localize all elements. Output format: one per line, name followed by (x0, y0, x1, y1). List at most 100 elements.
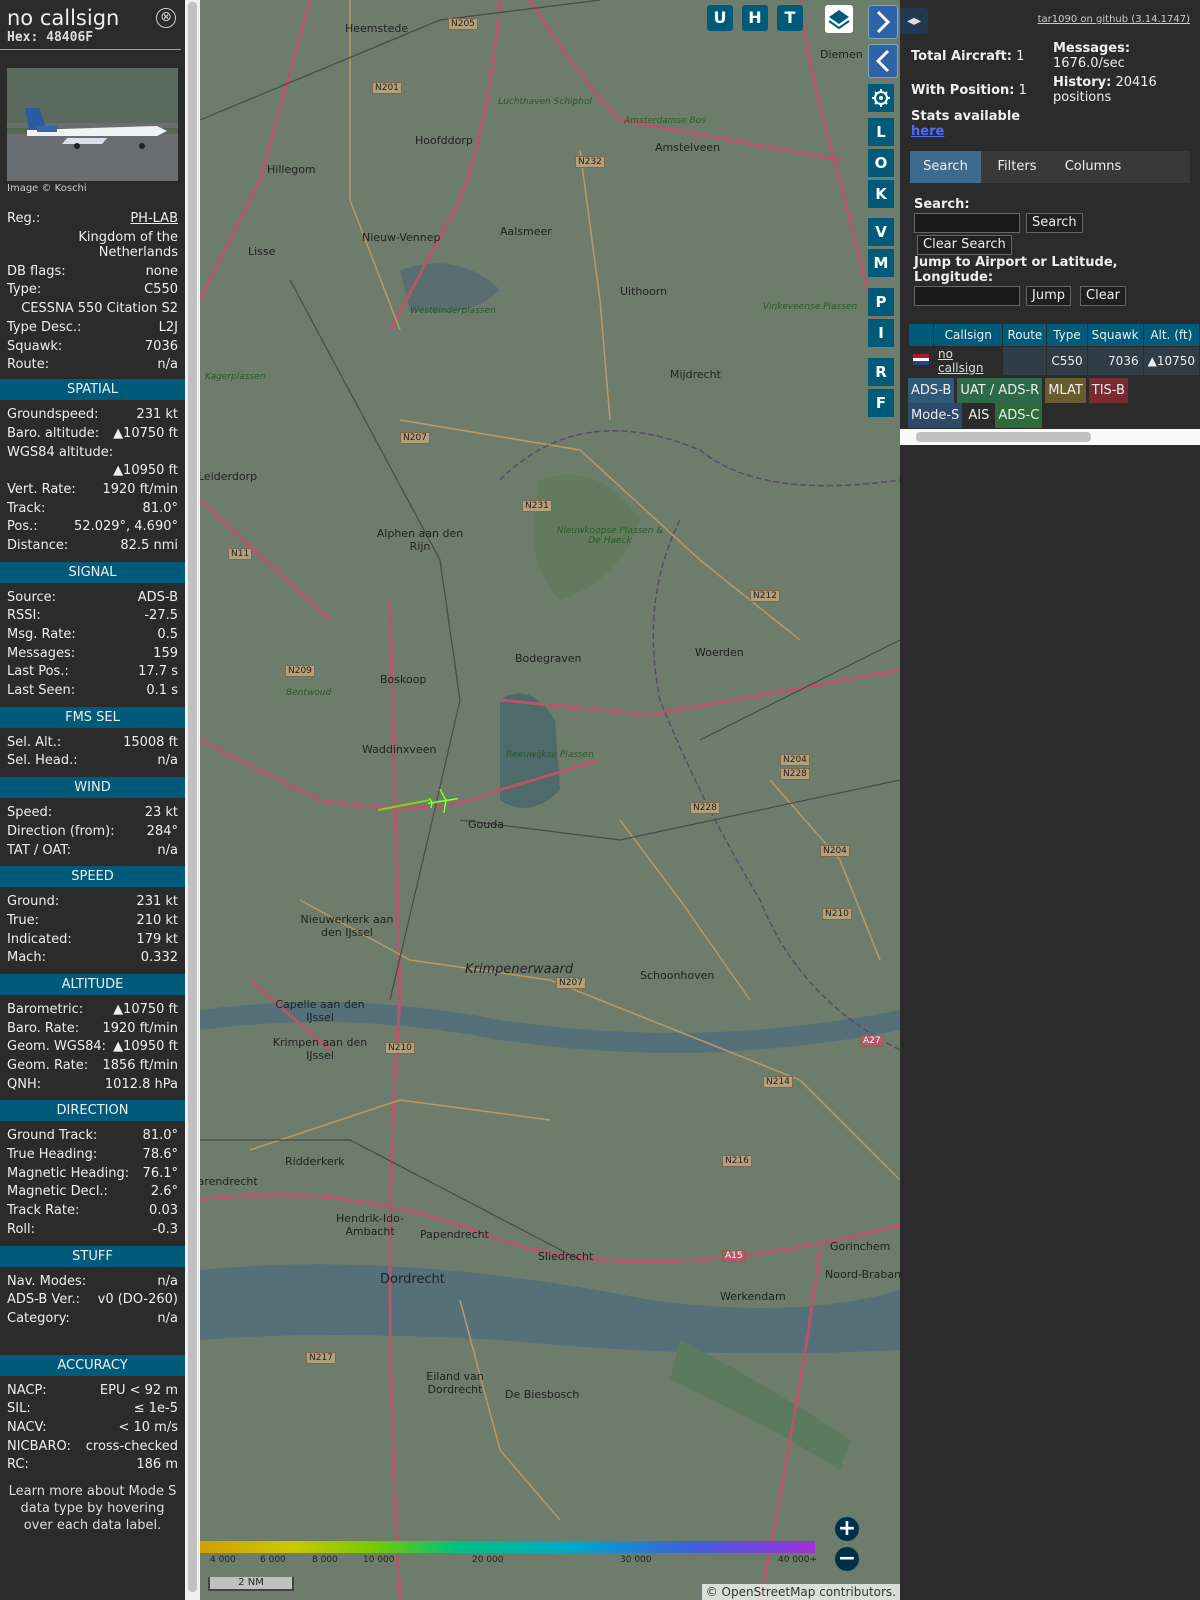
row-callsign[interactable]: no callsign (934, 347, 1003, 375)
detail-row-label[interactable]: SIL: (7, 1400, 31, 1419)
tab-search[interactable]: Search (910, 151, 981, 183)
tab-filters[interactable]: Filters (984, 151, 1050, 183)
detail-row-label[interactable]: RSSI: (7, 607, 41, 626)
detail-row-label[interactable]: NACP: (7, 1382, 47, 1401)
detail-row-label[interactable]: DB flags: (7, 263, 66, 282)
jump-input[interactable] (914, 286, 1020, 306)
detail-row-label[interactable]: Sel. Alt.: (7, 734, 61, 753)
detail-row-label[interactable]: Ground Track: (7, 1127, 97, 1146)
map-button-i[interactable]: I (868, 319, 894, 347)
expand-right-icon[interactable] (868, 5, 898, 39)
detail-row-label[interactable]: Track: (7, 500, 45, 519)
map-button-o[interactable]: O (868, 149, 894, 177)
zoom-out-button[interactable]: − (835, 1547, 859, 1571)
detail-row-label[interactable]: Roll: (7, 1221, 35, 1240)
detail-scrollbar-thumb[interactable] (188, 2, 197, 1592)
legend-item[interactable]: ADS-B (908, 378, 955, 403)
jump-button[interactable]: Jump (1026, 286, 1071, 306)
detail-row-label[interactable]: True Heading: (7, 1146, 97, 1165)
map-button-l[interactable]: L (868, 118, 894, 146)
row-callsign-link[interactable]: no callsign (938, 347, 983, 375)
detail-row-label[interactable]: Geom. Rate: (7, 1057, 88, 1076)
detail-row-label[interactable]: Track Rate: (7, 1202, 79, 1221)
table-scrollbar-thumb[interactable] (916, 432, 1091, 442)
detail-row-value[interactable]: PH-LAB (130, 210, 178, 229)
search-input[interactable] (914, 213, 1020, 233)
close-icon[interactable]: ⊗ (156, 8, 176, 28)
detail-row-label[interactable]: NICBARO: (7, 1438, 71, 1457)
map-button-u[interactable]: U (707, 5, 733, 31)
map-button-v[interactable]: V (868, 218, 894, 246)
legend-item[interactable]: AIS (965, 403, 993, 428)
detail-row-label[interactable]: Magnetic Decl.: (7, 1183, 108, 1202)
legend-item[interactable]: Mode-S (908, 403, 963, 428)
detail-row-label[interactable]: Messages: (7, 645, 75, 664)
table-header-alt[interactable]: Alt. (ft) (1143, 324, 1199, 346)
detail-row-label[interactable]: ADS-B Ver.: (7, 1291, 80, 1310)
legend-item[interactable]: MLAT (1045, 378, 1086, 403)
detail-row-label[interactable]: Vert. Rate: (7, 481, 76, 500)
detail-row-label[interactable]: Msg. Rate: (7, 626, 76, 645)
detail-row-label[interactable]: NACV: (7, 1419, 47, 1438)
layers-icon[interactable] (825, 5, 853, 33)
map-attribution[interactable]: © OpenStreetMap contributors. (701, 1584, 900, 1600)
detail-row-label[interactable]: Squawk: (7, 338, 62, 357)
detail-row-label[interactable]: Direction (from): (7, 823, 115, 842)
detail-row-label[interactable]: Source: (7, 589, 56, 608)
detail-row-label[interactable]: Last Pos.: (7, 663, 69, 682)
detail-row-label[interactable]: Geom. WGS84: (7, 1038, 106, 1057)
zoom-in-button[interactable]: + (835, 1517, 859, 1541)
stats-here-link[interactable]: here (911, 124, 944, 139)
map-button-k[interactable]: K (868, 180, 894, 208)
detail-row-label[interactable]: QNH: (7, 1076, 41, 1095)
detail-scrollbar[interactable] (185, 0, 200, 1600)
detail-row-label[interactable]: Pos.: (7, 518, 38, 537)
detail-row-label[interactable]: Category: (7, 1310, 70, 1329)
legend-item[interactable]: TIS-B (1088, 378, 1128, 403)
map-button-p[interactable]: P (868, 288, 894, 316)
detail-row-label[interactable]: Last Seen: (7, 682, 75, 701)
detail-row-label[interactable]: True: (7, 912, 39, 931)
settings-gear-icon[interactable] (868, 84, 894, 112)
clear-jump-button[interactable]: Clear (1080, 286, 1126, 306)
detail-row-label[interactable]: WGS84 altitude: (7, 444, 113, 463)
table-header-squawk[interactable]: Squawk (1087, 324, 1143, 346)
tab-columns[interactable]: Columns (1053, 151, 1133, 183)
collapse-left-icon[interactable] (868, 44, 898, 78)
aircraft-marker-icon[interactable] (426, 786, 460, 816)
map-view[interactable]: Heemstede Hoofddorp Hillegom Nieuw-Vennep Li… (200, 0, 900, 1600)
map-button-f[interactable]: F (868, 389, 894, 417)
map-button-r[interactable]: R (868, 358, 894, 386)
search-button[interactable]: Search (1026, 213, 1083, 233)
detail-row-label[interactable]: Nav. Modes: (7, 1273, 86, 1292)
table-header-callsign[interactable]: Callsign (934, 324, 1003, 346)
detail-row-label[interactable]: Barometric: (7, 1001, 83, 1020)
clear-search-button[interactable]: Clear Search (917, 235, 1012, 255)
legend-item[interactable]: ADS-C (995, 403, 1043, 428)
map-button-t[interactable]: T (777, 5, 803, 31)
detail-row-label[interactable]: Reg.: (7, 210, 40, 229)
detail-row-label[interactable]: Distance: (7, 537, 68, 556)
map-button-m[interactable]: M (868, 249, 894, 277)
detail-row-label[interactable]: Route: (7, 356, 49, 375)
detail-row-label[interactable]: TAT / OAT: (7, 842, 71, 861)
detail-row-label[interactable]: Magnetic Heading: (7, 1165, 129, 1184)
detail-row-label[interactable]: Sel. Head.: (7, 752, 78, 771)
table-horizontal-scrollbar[interactable] (900, 429, 1200, 445)
legend-item[interactable]: UAT / ADS-R (957, 378, 1043, 403)
table-row[interactable]: no callsign C550 7036 ▲10750 (909, 347, 1199, 375)
toggle-sidebar-icon[interactable]: ◂▸ (900, 8, 928, 34)
github-link[interactable]: tar1090 on github (3.14.1747) (1038, 14, 1190, 25)
detail-row-label[interactable]: Ground: (7, 893, 59, 912)
detail-row-label[interactable]: Baro. Rate: (7, 1020, 79, 1039)
table-header-route[interactable]: Route (1003, 324, 1047, 346)
table-header-type[interactable]: Type (1047, 324, 1087, 346)
detail-row-label[interactable]: Speed: (7, 804, 52, 823)
detail-row-label[interactable]: Indicated: (7, 931, 72, 950)
detail-row-label[interactable]: RC: (7, 1456, 29, 1475)
map-button-h[interactable]: H (742, 5, 768, 31)
aircraft-photo[interactable] (7, 68, 178, 181)
detail-row-label[interactable]: Type: (7, 281, 41, 300)
detail-row-label[interactable]: Baro. altitude: (7, 425, 99, 444)
detail-row-label[interactable]: Type Desc.: (7, 319, 81, 338)
